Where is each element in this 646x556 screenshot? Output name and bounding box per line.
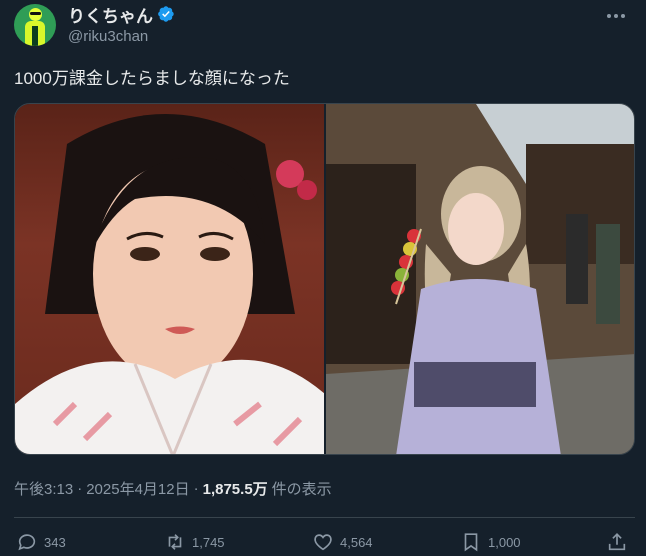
repost-count: 1,745 xyxy=(192,534,225,550)
tweet-actions: 343 1,745 4,564 1,000 xyxy=(14,529,635,555)
reply-count: 343 xyxy=(44,534,66,550)
photo-selfie[interactable] xyxy=(15,104,324,454)
user-names: りくちゃん @riku3chan xyxy=(68,4,175,45)
tweet-date[interactable]: 2025年4月12日 xyxy=(86,478,189,499)
reply-button[interactable]: 343 xyxy=(16,529,66,555)
like-button[interactable]: 4,564 xyxy=(312,529,373,555)
repost-icon xyxy=(168,534,182,550)
bookmark-count: 1,000 xyxy=(488,534,521,550)
tweet-meta: 午後3:13 · 2025年4月12日 · 1,875.5万 件の表示 xyxy=(14,478,332,499)
divider xyxy=(14,517,635,518)
display-name-row: りくちゃん xyxy=(68,2,175,27)
more-dot-icon xyxy=(607,14,611,18)
tweet-text: 1000万課金したらましな顔になった xyxy=(14,69,290,88)
verified-badge-icon xyxy=(158,6,174,22)
display-name[interactable]: りくちゃん xyxy=(68,2,153,27)
photo-kimono-street[interactable] xyxy=(325,104,634,454)
more-options-button[interactable] xyxy=(602,4,630,28)
share-button[interactable] xyxy=(606,529,628,555)
share-icon xyxy=(608,533,626,551)
more-dot-icon xyxy=(614,14,618,18)
tweet-time[interactable]: 午後3:13 xyxy=(14,478,73,499)
meta-separator: · xyxy=(77,480,83,497)
selfie-illustration xyxy=(15,114,324,454)
like-count: 4,564 xyxy=(340,534,373,550)
user-handle[interactable]: @riku3chan xyxy=(68,28,175,45)
repost-button[interactable]: 1,745 xyxy=(164,529,225,555)
reply-icon xyxy=(18,534,36,551)
views-count[interactable]: 1,875.5万 xyxy=(203,478,268,499)
bookmark-icon xyxy=(464,533,478,552)
more-dot-icon xyxy=(621,14,625,18)
heart-icon xyxy=(314,534,332,551)
tweet-header: りくちゃん @riku3chan xyxy=(14,4,634,48)
meta-separator: · xyxy=(193,480,199,497)
avatar-figure-mask xyxy=(30,12,41,15)
street-illustration xyxy=(325,104,634,454)
avatar-figure-arm xyxy=(32,26,38,46)
tweet-media xyxy=(14,103,635,455)
bookmark-button[interactable]: 1,000 xyxy=(460,529,521,555)
avatar[interactable] xyxy=(14,4,56,46)
views-label: 件の表示 xyxy=(271,481,332,498)
